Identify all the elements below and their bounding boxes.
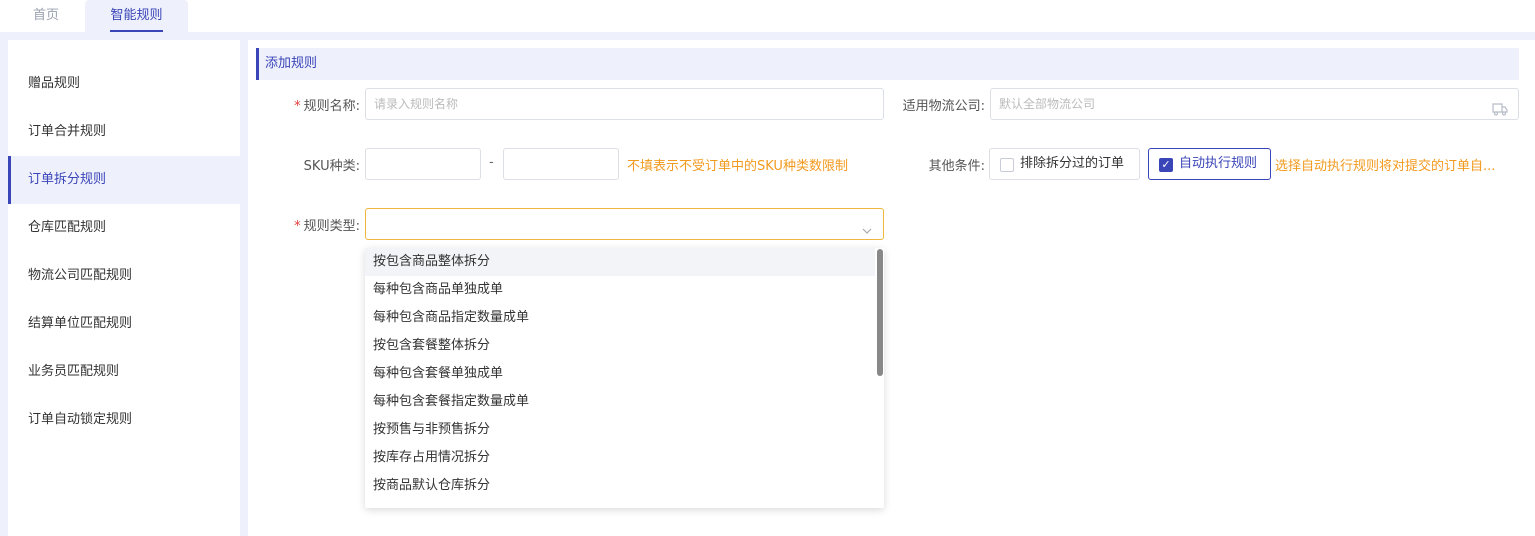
sidebar-item-order-split-rules[interactable]: 订单拆分规则 <box>8 156 240 204</box>
auto-execute-hint: 选择自动执行规则将对提交的订单自... <box>1275 159 1496 174</box>
rule-type-option[interactable]: 每种包含商品单独成单 <box>365 276 875 304</box>
tab-smart-rules[interactable]: 智能规则 <box>85 0 188 32</box>
rule-type-option[interactable]: 每种包含商品指定数量成单 <box>365 304 875 332</box>
sku-min-input[interactable] <box>365 148 481 180</box>
rule-name-label: * 规则名称: <box>280 95 360 114</box>
sidebar-item-logistics-match-rules[interactable]: 物流公司匹配规则 <box>8 252 240 300</box>
logistics-company-placeholder: 默认全部物流公司 <box>999 97 1096 111</box>
tab-bar: 首页 智能规则 <box>0 0 1535 32</box>
tab-home[interactable]: 首页 <box>14 0 78 32</box>
checkmark-icon: ✓ <box>1159 158 1173 172</box>
required-mark: * <box>294 99 301 114</box>
sidebar-item-order-merge-rules[interactable]: 订单合并规则 <box>8 108 240 156</box>
rule-type-option[interactable]: 按商品默认仓库拆分 <box>365 472 875 500</box>
logistics-company-label: 适用物流公司: <box>902 99 985 114</box>
chevron-down-icon[interactable] <box>861 218 873 234</box>
rule-type-option[interactable]: 按包含商品整体拆分 <box>365 248 875 276</box>
section-title: 添加规则 <box>256 48 1519 80</box>
other-conditions-label: 其他条件: <box>928 159 985 174</box>
auto-execute-rule-checkbox[interactable]: ✓ 自动执行规则 <box>1148 148 1271 180</box>
sidebar: 赠品规则 订单合并规则 订单拆分规则 仓库匹配规则 物流公司匹配规则 结算单位匹… <box>8 40 240 536</box>
rule-name-label-text: 规则名称: <box>303 99 360 114</box>
dropdown-scrollbar[interactable] <box>877 249 883 376</box>
sidebar-item-warehouse-match-rules[interactable]: 仓库匹配规则 <box>8 204 240 252</box>
exclude-split-orders-label: 排除拆分过的订单 <box>1020 156 1125 171</box>
logistics-company-select[interactable]: 默认全部物流公司 <box>990 88 1519 120</box>
rule-type-option[interactable]: 按预售与非预售拆分 <box>365 416 875 444</box>
sku-hint: 不填表示不受订单中的SKU种类数限制 <box>627 159 848 174</box>
sku-type-label: SKU种类: <box>303 159 360 174</box>
rule-name-input[interactable]: 请录入规则名称 <box>365 88 884 120</box>
tab-smart-rules-label: 智能规则 <box>110 2 163 32</box>
rule-type-label: * 规则类型: <box>280 215 360 234</box>
rule-type-option[interactable]: 每种包含套餐指定数量成单 <box>365 388 875 416</box>
checkbox-unchecked-icon <box>1000 158 1014 172</box>
tab-home-label: 首页 <box>32 8 59 23</box>
auto-execute-rule-label: 自动执行规则 <box>1179 156 1258 171</box>
sidebar-item-salesperson-match-rules[interactable]: 业务员匹配规则 <box>8 348 240 396</box>
rule-type-select[interactable] <box>365 208 884 240</box>
rule-type-label-text: 规则类型: <box>303 219 360 234</box>
sidebar-item-settlement-match-rules[interactable]: 结算单位匹配规则 <box>8 300 240 348</box>
rule-type-dropdown: 按包含商品整体拆分 每种包含商品单独成单 每种包含商品指定数量成单 按包含套餐整… <box>365 248 884 508</box>
rule-type-option[interactable]: 按库存占用情况拆分 <box>365 444 875 472</box>
sku-range-separator: - <box>489 155 494 170</box>
sidebar-item-order-autolock-rules[interactable]: 订单自动锁定规则 <box>8 396 240 444</box>
sku-max-input[interactable] <box>503 148 619 180</box>
required-mark: * <box>294 219 301 234</box>
rule-type-option[interactable]: 按包含套餐整体拆分 <box>365 332 875 360</box>
sidebar-item-gift-rules[interactable]: 赠品规则 <box>8 60 240 108</box>
rule-type-option[interactable]: 每种包含套餐单独成单 <box>365 360 875 388</box>
truck-icon[interactable] <box>1492 97 1508 116</box>
exclude-split-orders-checkbox[interactable]: 排除拆分过的订单 <box>989 148 1140 180</box>
